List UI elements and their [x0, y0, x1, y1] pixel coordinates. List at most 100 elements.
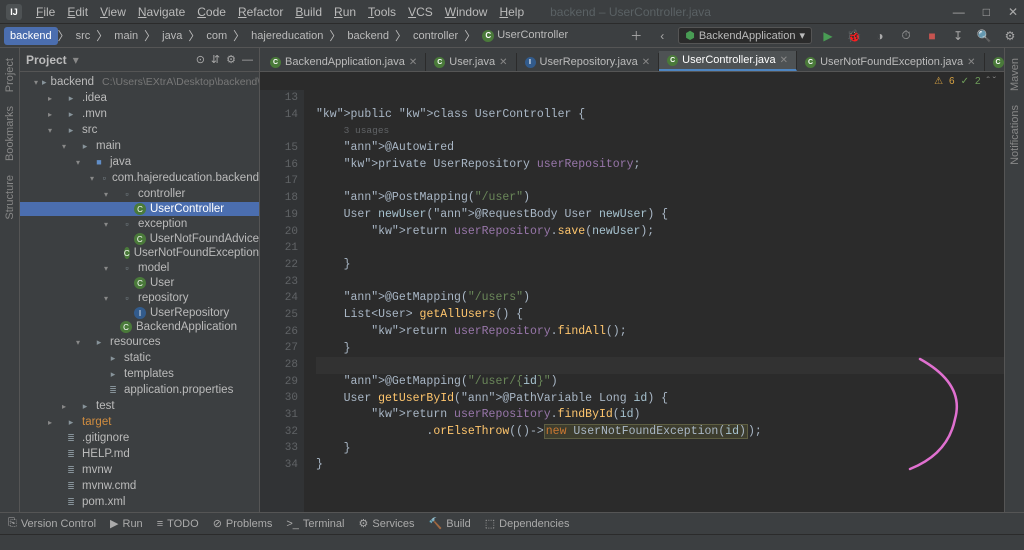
- tree-node[interactable]: ≣pom.xml: [20, 494, 259, 510]
- line-number-gutter[interactable]: 1314151617181920212223242526272829303132…: [260, 90, 304, 512]
- tree-node[interactable]: ▸templates: [20, 366, 259, 382]
- tree-node[interactable]: ▾▫repository: [20, 290, 259, 306]
- maximize-icon[interactable]: □: [983, 5, 990, 19]
- expand-all-icon[interactable]: ⇵: [211, 53, 220, 66]
- chevron-down-icon[interactable]: ▾: [73, 53, 79, 67]
- tree-expander-icon[interactable]: ▾: [90, 174, 96, 183]
- rail-structure[interactable]: Structure: [4, 171, 16, 224]
- tree-expander-icon[interactable]: ▾: [48, 126, 60, 135]
- tree-expander-icon[interactable]: ▸: [48, 110, 60, 119]
- tree-node[interactable]: ▾▫model: [20, 260, 259, 276]
- tool-todo[interactable]: ≡TODO: [157, 518, 199, 530]
- tree-node[interactable]: CUserNotFoundAdvice: [20, 232, 259, 246]
- tree-node[interactable]: ▸▸target: [20, 414, 259, 430]
- debug-button[interactable]: 🐞: [844, 26, 864, 46]
- tree-expander-icon[interactable]: ▸: [48, 418, 60, 427]
- tool-run[interactable]: ▶Run: [110, 517, 143, 530]
- run-config-selector[interactable]: ⬢ BackendApplication ▾: [678, 27, 812, 44]
- prev-icon[interactable]: ‹: [652, 26, 672, 46]
- close-tab-icon[interactable]: ✕: [642, 57, 650, 68]
- code-content[interactable]: "kw">public "kw">class UserController { …: [304, 90, 1004, 512]
- tree-node[interactable]: ▾▸resources: [20, 334, 259, 350]
- project-tab-label[interactable]: Project: [26, 53, 67, 67]
- tree-expander-icon[interactable]: ▾: [104, 264, 116, 273]
- menu-window[interactable]: Window: [439, 2, 494, 22]
- tool-build[interactable]: 🔨Build: [429, 517, 471, 530]
- rail-bookmarks[interactable]: Bookmarks: [4, 102, 16, 165]
- rail-notifications[interactable]: Notifications: [1009, 101, 1021, 169]
- close-tab-icon[interactable]: ✕: [967, 57, 975, 68]
- menu-help[interactable]: Help: [493, 2, 530, 22]
- tree-node[interactable]: ≣application.properties: [20, 382, 259, 398]
- tree-node[interactable]: ▾▸backendC:\Users\EXtrA\Desktop\backend\…: [20, 74, 259, 90]
- editor-tab[interactable]: CUserController.java✕: [659, 51, 797, 71]
- menu-code[interactable]: Code: [191, 2, 232, 22]
- menu-run[interactable]: Run: [328, 2, 362, 22]
- profile-button[interactable]: ⏱: [896, 26, 916, 46]
- breadcrumb-item[interactable]: hajereducation: [245, 27, 329, 45]
- menu-file[interactable]: File: [30, 2, 61, 22]
- tree-node[interactable]: ▾■java: [20, 154, 259, 170]
- git-pull-button[interactable]: ↧: [948, 26, 968, 46]
- tree-node[interactable]: CUser: [20, 276, 259, 290]
- breadcrumb-item[interactable]: CUserController: [476, 26, 574, 45]
- tree-node[interactable]: ≣mvnw.cmd: [20, 478, 259, 494]
- tree-expander-icon[interactable]: ▾: [76, 338, 88, 347]
- editor-tab[interactable]: IUserRepository.java✕: [517, 53, 660, 71]
- tree-expander-icon[interactable]: ▾: [76, 158, 88, 167]
- rail-project[interactable]: Project: [4, 54, 16, 96]
- tree-expander-icon[interactable]: ▾: [104, 190, 116, 199]
- tree-expander-icon[interactable]: ▾: [34, 78, 38, 87]
- menu-build[interactable]: Build: [289, 2, 328, 22]
- breadcrumb-item[interactable]: src: [70, 27, 97, 45]
- coverage-button[interactable]: ◑: [870, 26, 890, 46]
- tree-node[interactable]: ▾▫com.hajereducation.backend: [20, 170, 259, 186]
- search-everywhere-button[interactable]: 🔍: [974, 26, 994, 46]
- tree-node[interactable]: ▾▫controller: [20, 186, 259, 202]
- breadcrumb-item[interactable]: controller: [407, 27, 464, 45]
- rail-maven[interactable]: Maven: [1009, 54, 1021, 95]
- tool-version-control[interactable]: ⎘Version Control: [8, 517, 96, 530]
- tree-node[interactable]: ▸▸.mvn: [20, 106, 259, 122]
- breadcrumb-item[interactable]: main: [108, 27, 144, 45]
- tool-services[interactable]: ⚙Services: [359, 517, 415, 530]
- tree-node[interactable]: ≣mvnw: [20, 462, 259, 478]
- run-button[interactable]: ▶: [818, 26, 838, 46]
- tree-node[interactable]: ▸▸test: [20, 398, 259, 414]
- tool-terminal[interactable]: >_Terminal: [286, 518, 344, 530]
- tool-dependencies[interactable]: ⬚Dependencies: [485, 517, 570, 530]
- add-config-icon[interactable]: ＋: [626, 26, 646, 46]
- editor-tab[interactable]: CUser.java✕: [426, 53, 516, 71]
- menu-view[interactable]: View: [94, 2, 132, 22]
- breadcrumb-item[interactable]: backend: [341, 27, 395, 45]
- menu-refactor[interactable]: Refactor: [232, 2, 289, 22]
- menu-edit[interactable]: Edit: [61, 2, 94, 22]
- tree-node[interactable]: ▾▸src: [20, 122, 259, 138]
- tree-expander-icon[interactable]: ▾: [104, 220, 116, 229]
- menu-navigate[interactable]: Navigate: [132, 2, 191, 22]
- tree-node[interactable]: CBackendApplication: [20, 320, 259, 334]
- close-icon[interactable]: ✕: [1008, 5, 1018, 19]
- code-editor[interactable]: 1314151617181920212223242526272829303132…: [260, 90, 1004, 512]
- editor-tab[interactable]: CUserNotFoundException.java✕: [797, 53, 984, 71]
- minimize-icon[interactable]: —: [953, 5, 965, 19]
- tree-expander-icon[interactable]: ▸: [48, 94, 60, 103]
- breadcrumb-item[interactable]: backend: [4, 27, 58, 45]
- tree-node[interactable]: CUserNotFoundException: [20, 246, 259, 260]
- inspection-chevron-icon[interactable]: ˆ ˇ: [987, 76, 996, 87]
- tree-node[interactable]: IUserRepository: [20, 306, 259, 320]
- tree-node[interactable]: ▾▸main: [20, 138, 259, 154]
- tree-node[interactable]: ▸▸.idea: [20, 90, 259, 106]
- close-tab-icon[interactable]: ✕: [409, 57, 417, 68]
- tool-problems[interactable]: ⊘Problems: [213, 517, 273, 530]
- tree-node[interactable]: CUserController: [20, 202, 259, 216]
- settings-icon[interactable]: ⚙: [226, 53, 236, 66]
- select-opened-icon[interactable]: ⊙: [196, 53, 205, 66]
- breadcrumb-item[interactable]: com: [200, 27, 233, 45]
- project-tree[interactable]: ▾▸backendC:\Users\EXtrA\Desktop\backend\…: [20, 72, 259, 512]
- editor-tab[interactable]: CBackendApplication.java✕: [262, 53, 426, 71]
- close-tab-icon[interactable]: ✕: [780, 55, 788, 66]
- menu-vcs[interactable]: VCS: [402, 2, 439, 22]
- tree-node[interactable]: ≣HELP.md: [20, 446, 259, 462]
- editor-inspections[interactable]: ⚠ 6 ✓ 2 ˆ ˇ: [260, 72, 1004, 90]
